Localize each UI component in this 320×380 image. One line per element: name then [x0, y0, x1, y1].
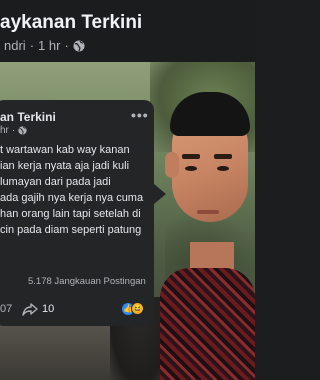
share-count: 10 [42, 303, 55, 315]
comment-count: 07 [0, 303, 13, 315]
globe-icon [18, 126, 27, 135]
post-text-line: lumayan dari pada jadi [0, 176, 111, 188]
person-portrait [160, 82, 255, 380]
post-reach: 5.178 Jangkauan Postingan [28, 276, 146, 287]
more-options-icon: ••• [131, 107, 149, 123]
embedded-post-screenshot: an Terkini hr · ••• t wartawan kab way k… [0, 100, 154, 326]
meta-separator: · [64, 38, 69, 53]
post-footer: 07 10 👍 😆 [0, 296, 154, 324]
post-photo[interactable]: an Terkini hr · ••• t wartawan kab way k… [0, 62, 255, 380]
post-text-line: ada gajih nya kerja nya cuma [0, 192, 144, 204]
meta-separator: · [29, 38, 35, 53]
post-text-line: cin pada diam seperti patung [0, 224, 142, 236]
post-text-line: han orang lain tapi setelah di [0, 208, 141, 220]
globe-icon [73, 40, 85, 52]
post-time[interactable]: 1 hr [38, 38, 60, 53]
post-text-line: t wartawan kab way kanan [0, 144, 130, 156]
embedded-page-name: an Terkini [0, 110, 56, 124]
author-name[interactable]: ndri [4, 38, 26, 53]
embedded-post-meta: hr · [0, 125, 27, 136]
page-name[interactable]: aykanan Terkini [0, 12, 142, 34]
embedded-post-time: hr [0, 125, 9, 136]
post-header: aykanan Terkini ndri · 1 hr · [0, 0, 255, 62]
post-text-line: ian kerja nyata aja jadi kuli [0, 160, 130, 172]
post-text: t wartawan kab way kanan ian kerja nyata… [0, 142, 150, 238]
post-meta: ndri · 1 hr · [4, 38, 85, 53]
callout-pointer [154, 184, 166, 204]
meta-separator: · [11, 125, 16, 136]
haha-icon: 😆 [131, 302, 144, 315]
share-arrow-icon [22, 301, 38, 317]
